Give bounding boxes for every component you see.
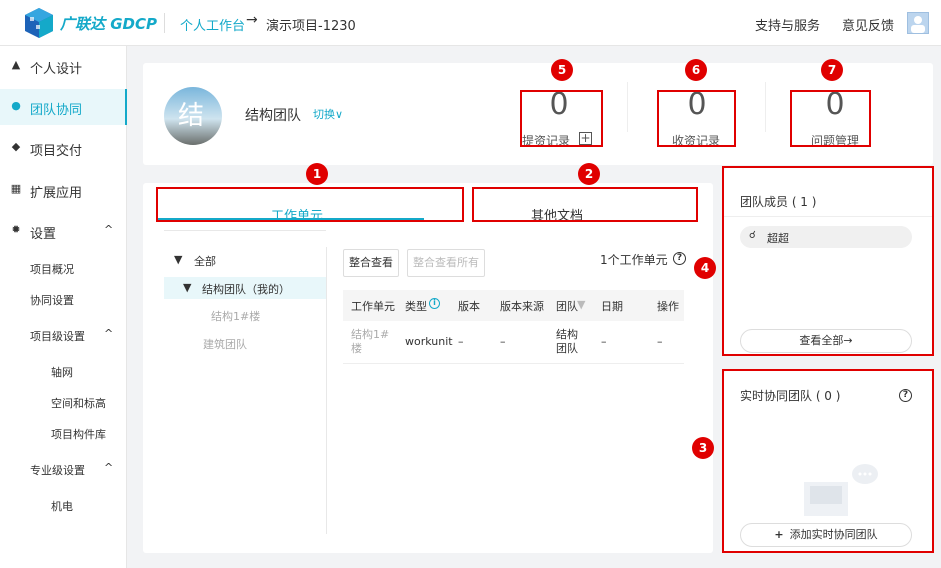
cell-version: – <box>458 335 464 348</box>
user-icon: ▲ <box>11 58 21 71</box>
col-type: 类型 <box>405 300 427 313</box>
annotation-badge: 2 <box>578 163 600 185</box>
sidebar-item-label: 扩展应用 <box>30 186 83 201</box>
team-name: 结构团队 <box>245 108 301 124</box>
sidebar-item-levels[interactable]: 空间和标高 <box>51 395 106 411</box>
sidebar-item-grid[interactable]: 轴网 <box>51 364 73 380</box>
highlight-box <box>790 90 871 147</box>
sidebar-item-delivery[interactable]: ◆ 项目交付 <box>0 130 127 166</box>
caret-down-icon[interactable]: ▼ <box>183 281 191 294</box>
sidebar-item-overview[interactable]: 项目概况 <box>30 261 74 277</box>
sidebar-item-collab-settings[interactable]: 协同设置 <box>30 292 74 308</box>
support-link[interactable]: 支持与服务 <box>755 15 820 34</box>
apps-icon: ▦ <box>10 182 22 195</box>
sidebar-item-label: 团队协同 <box>30 103 83 118</box>
merge-view-all-button[interactable]: 整合查看所有 <box>407 249 485 277</box>
highlight-box <box>722 166 934 356</box>
user-avatar[interactable] <box>907 12 929 34</box>
highlight-box <box>520 90 603 147</box>
divider <box>326 247 327 534</box>
annotation-badge: 5 <box>551 59 573 81</box>
col-work-unit: 工作单元 <box>351 300 395 313</box>
annotation-badge: 3 <box>692 437 714 459</box>
brand-name[interactable]: 广联达 GDCP <box>60 13 157 34</box>
col-version-source: 版本来源 <box>500 300 544 313</box>
chevron-up-icon: ^ <box>104 327 114 340</box>
sidebar-item-label: 设置 <box>30 227 57 242</box>
tree-node-unit[interactable]: 结构1#楼 <box>211 308 260 324</box>
breadcrumb-arrow-icon: → <box>246 12 258 28</box>
team-icon: ● <box>11 99 21 112</box>
sidebar-item-settings[interactable]: ✹ 设置 ^ <box>0 213 127 249</box>
sidebar-item-label: 个人设计 <box>30 62 83 77</box>
cell-date: – <box>601 335 607 348</box>
caret-down-icon[interactable]: ▼ <box>174 253 182 266</box>
highlight-box <box>472 187 698 222</box>
highlight-box <box>657 90 736 147</box>
work-unit-count: 1个工作单元 <box>600 253 668 267</box>
col-version: 版本 <box>458 300 480 313</box>
merge-view-button[interactable]: 整合查看 <box>343 249 399 277</box>
breadcrumb-workspace[interactable]: 个人工作台 <box>180 15 245 34</box>
help-icon[interactable]: ? <box>673 252 686 265</box>
work-unit-card <box>143 183 713 553</box>
annotation-badge: 6 <box>685 59 707 81</box>
cell-actions: – <box>657 335 663 348</box>
divider <box>164 13 165 33</box>
annotation-badge: 4 <box>694 257 716 279</box>
chevron-up-icon: ^ <box>104 223 114 236</box>
team-avatar: 结 <box>164 87 222 145</box>
cell-work-unit[interactable]: 结构1#楼 <box>351 328 391 356</box>
cell-source: – <box>500 335 506 348</box>
layers-icon: ◆ <box>11 140 21 153</box>
col-actions: 操作 <box>657 300 679 313</box>
info-icon[interactable]: i <box>429 298 440 309</box>
divider <box>627 82 628 132</box>
user-avatar-icon <box>911 16 925 33</box>
divider <box>164 230 326 231</box>
highlight-box <box>156 187 464 222</box>
feedback-link[interactable]: 意见反馈 <box>842 15 894 34</box>
col-date: 日期 <box>601 300 623 313</box>
brand-logo-icon[interactable] <box>24 7 54 39</box>
sidebar-item-mep[interactable]: 机电 <box>51 498 73 514</box>
tree-node-my-team[interactable]: 结构团队（我的） <box>202 281 290 297</box>
highlight-box <box>722 369 934 553</box>
gear-icon: ✹ <box>11 223 21 236</box>
annotation-badge: 1 <box>306 163 328 185</box>
top-bar: 广联达 GDCP 个人工作台 → 演示项目-1230 支持与服务 意见反馈 <box>0 0 941 46</box>
cell-type: workunit <box>405 335 453 348</box>
cell-team: 结构团队 <box>556 328 578 355</box>
sidebar-item-label: 项目交付 <box>30 144 83 159</box>
filter-icon[interactable]: ▼ <box>577 298 585 311</box>
sidebar-item-project-settings[interactable]: 项目级设置 <box>30 328 85 344</box>
divider <box>765 82 766 132</box>
divider <box>343 363 684 364</box>
chevron-up-icon: ^ <box>104 461 114 474</box>
switch-team-button[interactable]: 切换∨ <box>313 106 343 122</box>
tree-node-other-team[interactable]: 建筑团队 <box>203 336 247 352</box>
sidebar-item-extensions[interactable]: ▦ 扩展应用 <box>0 172 127 208</box>
col-team: 团队 <box>556 300 578 313</box>
sidebar-item-component-lib[interactable]: 项目构件库 <box>51 426 106 442</box>
sidebar-item-personal-design[interactable]: ▲ 个人设计 <box>0 48 127 84</box>
breadcrumb-project[interactable]: 演示项目-1230 <box>266 15 356 34</box>
team-avatar-char: 结 <box>178 101 205 131</box>
sidebar-item-pro-settings[interactable]: 专业级设置 <box>30 462 85 478</box>
tree-node-all[interactable]: 全部 <box>194 253 216 269</box>
annotation-badge: 7 <box>821 59 843 81</box>
sidebar-item-team-collab[interactable]: ● 团队协同 <box>0 89 127 125</box>
